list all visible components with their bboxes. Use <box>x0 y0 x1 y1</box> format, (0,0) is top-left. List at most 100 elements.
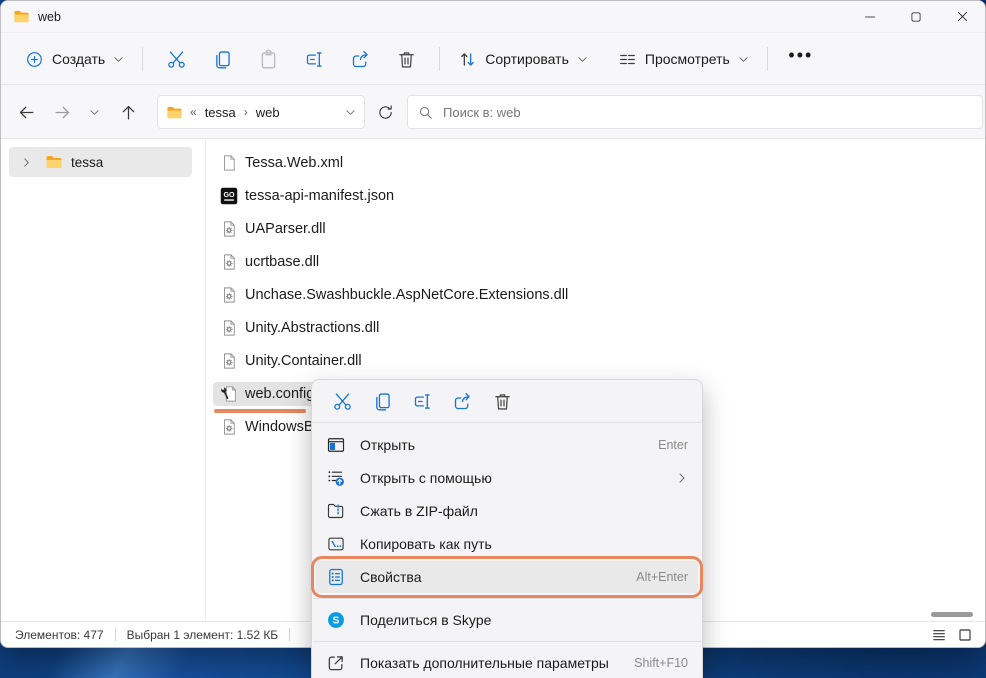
menu-item-label: Показать дополнительные параметры <box>360 655 609 671</box>
rename-icon <box>304 49 325 70</box>
window-controls <box>847 1 985 32</box>
file-row[interactable]: GOtessa-api-manifest.json <box>213 184 401 208</box>
chevron-down-icon <box>89 107 100 118</box>
dll-file-icon <box>220 253 238 271</box>
refresh-button[interactable] <box>369 96 401 128</box>
file-name: Unity.Abstractions.dll <box>245 320 379 336</box>
file-row[interactable]: Unity.Abstractions.dll <box>213 316 386 340</box>
view-button[interactable]: Просмотреть <box>610 41 757 77</box>
status-divider <box>289 628 290 641</box>
context-menu: ОткрытьEnter Открыть с помощью Сжать в ZIP… <box>311 379 703 678</box>
cut-button[interactable] <box>153 41 199 77</box>
details-view-button[interactable] <box>927 624 951 646</box>
plus-circle-icon <box>25 50 44 69</box>
menu-item-shortcut: Alt+Enter <box>636 570 688 584</box>
toolbar-divider <box>439 47 440 71</box>
status-items-count: Элементов: 477 <box>15 628 104 642</box>
menu-item-zip-folder[interactable]: Сжать в ZIP-файл <box>316 495 698 527</box>
ellipsis-icon: ••• <box>788 50 813 68</box>
menu-item-label: Открыть <box>360 437 415 453</box>
file-row[interactable]: ucrtbase.dll <box>213 250 326 274</box>
svg-text:S: S <box>333 616 340 627</box>
close-icon <box>955 9 970 24</box>
menu-item-label: Копировать как путь <box>360 536 492 552</box>
address-bar[interactable]: « tessa › web <box>157 95 365 129</box>
cut-icon <box>332 391 353 412</box>
copy-icon <box>212 49 233 70</box>
file-row[interactable]: Unity.Container.dll <box>213 349 369 373</box>
command-toolbar: Создать Сортировать Просмотреть ••• <box>1 34 985 85</box>
share-icon <box>452 391 473 412</box>
new-button-label: Создать <box>52 51 105 67</box>
file-name: ucrtbase.dll <box>245 254 319 270</box>
chevron-down-icon <box>113 54 124 65</box>
maximize-button[interactable] <box>893 1 939 32</box>
submenu-arrow-icon <box>676 472 688 484</box>
share-button[interactable] <box>337 41 383 77</box>
breadcrumb-collapsed[interactable]: « <box>190 105 197 119</box>
copy-button[interactable] <box>362 384 402 418</box>
menu-item-properties[interactable]: Свойства Alt+Enter <box>316 561 698 593</box>
breadcrumb-segment-web[interactable]: web <box>256 105 280 120</box>
cut-button[interactable] <box>322 384 362 418</box>
copy-icon <box>372 391 393 412</box>
chevron-right-icon[interactable] <box>21 157 32 168</box>
paste-button[interactable] <box>245 41 291 77</box>
navigation-bar: « tessa › web <box>1 86 985 139</box>
delete-button[interactable] <box>383 41 429 77</box>
copy-button[interactable] <box>199 41 245 77</box>
breadcrumb-segment-tessa[interactable]: tessa <box>205 105 236 120</box>
toolbar-divider <box>767 47 768 71</box>
close-button[interactable] <box>939 1 985 32</box>
file-name: Tessa.Web.xml <box>245 155 343 171</box>
share-button[interactable] <box>442 384 482 418</box>
toolbar-divider <box>142 47 143 71</box>
folder-icon <box>45 153 63 171</box>
dll-file-icon <box>220 286 238 304</box>
minimize-button[interactable] <box>847 1 893 32</box>
sidebar: tessa <box>1 140 206 621</box>
menu-item-open-window[interactable]: ОткрытьEnter <box>316 429 698 461</box>
rename-button[interactable] <box>402 384 442 418</box>
new-button[interactable]: Создать <box>17 41 132 77</box>
sort-button[interactable]: Сортировать <box>450 41 596 77</box>
more-options-button[interactable]: ••• <box>778 41 824 77</box>
properties-icon <box>326 567 346 587</box>
window-title: web <box>38 10 61 24</box>
view-list-icon <box>618 50 637 69</box>
menu-item-label: Свойства <box>360 569 421 585</box>
dll-file-icon <box>220 418 238 436</box>
rename-icon <box>412 391 433 412</box>
sidebar-item-label: tessa <box>71 155 103 170</box>
recent-locations-button[interactable] <box>79 97 109 127</box>
address-dropdown-icon[interactable] <box>345 107 356 118</box>
file-row[interactable]: Tessa.Web.xml <box>213 151 350 175</box>
menu-item-skype[interactable]: SПоделиться в Skype <box>316 604 698 636</box>
menu-item-copy-path[interactable]: Копировать как путь <box>316 528 698 560</box>
desktop-wallpaper: web Создать Сортировать <box>0 0 986 678</box>
menu-item-label: Открыть с помощью <box>360 470 492 486</box>
config-file-icon <box>220 385 238 403</box>
back-button[interactable] <box>11 97 41 127</box>
file-row[interactable]: Unchase.Swashbuckle.AspNetCore.Extension… <box>213 283 575 307</box>
toolbar-icon-group <box>153 41 429 77</box>
arrow-left-icon <box>17 103 36 122</box>
file-row[interactable]: UAParser.dll <box>213 217 333 241</box>
forward-button[interactable] <box>47 97 77 127</box>
up-button[interactable] <box>113 97 143 127</box>
large-icons-view-button[interactable] <box>953 624 977 646</box>
sort-icon <box>458 50 477 69</box>
delete-icon <box>396 49 417 70</box>
file-row[interactable]: web.config <box>213 382 321 406</box>
large-icons-view-icon <box>957 627 973 643</box>
search-icon <box>418 105 433 120</box>
menu-item-open-with[interactable]: Открыть с помощью <box>316 462 698 494</box>
delete-button[interactable] <box>482 384 522 418</box>
sidebar-item-tessa[interactable]: tessa <box>9 147 192 177</box>
arrow-right-icon <box>53 103 72 122</box>
rename-button[interactable] <box>291 41 337 77</box>
horizontal-scrollbar-thumb[interactable] <box>931 612 973 617</box>
menu-separator <box>313 641 701 642</box>
menu-item-more-options[interactable]: Показать дополнительные параметрыShift+F… <box>316 647 698 678</box>
search-input[interactable] <box>443 105 972 120</box>
